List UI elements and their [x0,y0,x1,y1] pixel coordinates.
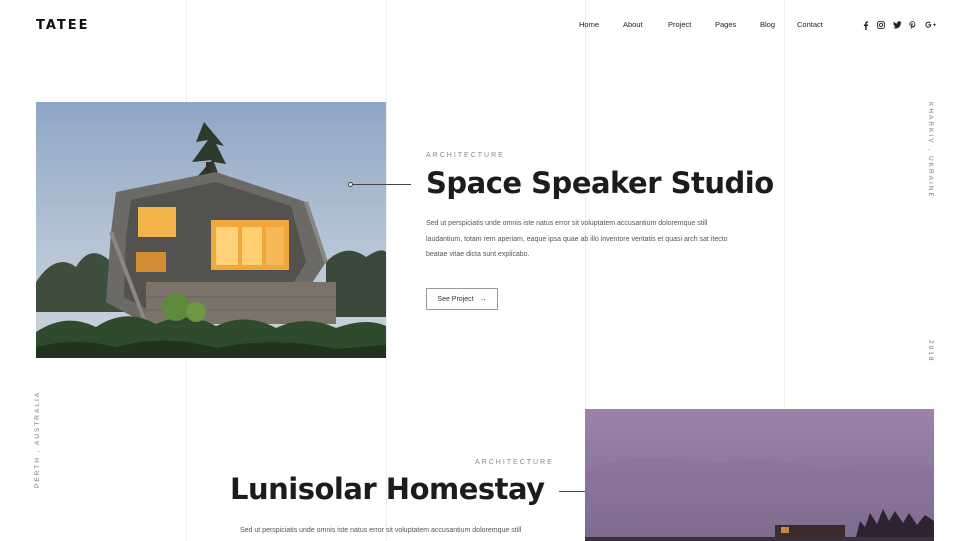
see-project-button[interactable]: See Project → [426,288,498,310]
nav-item-project[interactable]: Project [668,20,691,29]
nav-item-home[interactable]: Home [579,20,599,29]
pinterest-icon[interactable] [909,21,916,30]
facebook-icon[interactable] [862,21,870,30]
location-label-right: KHARKIV , UKRAINE [927,102,934,199]
nav-item-contact[interactable]: Contact [797,20,823,29]
see-project-label: See Project [437,295,474,303]
project-image-space-speaker-studio[interactable] [36,102,386,358]
google-plus-icon[interactable] [925,21,936,29]
location-label-left: PERTH , AUSTRALIA [34,390,41,488]
year-label: 2018 [927,340,934,363]
project-description: Sed ut perspiciatis unde omnis iste natu… [240,527,522,534]
project-description: Sed ut perspiciatis unde omnis iste natu… [426,220,728,258]
nav-item-blog[interactable]: Blog [760,20,775,29]
project-title[interactable]: Space Speaker Studio [426,166,774,200]
nav-item-pages[interactable]: Pages [715,20,736,29]
project-category: ARCHITECTURE [426,152,505,159]
arrow-right-icon: → [479,295,487,303]
grid-line [386,0,387,541]
instagram-icon[interactable] [877,21,885,29]
twitter-icon[interactable] [893,21,902,29]
site-logo[interactable]: TATEE [36,18,90,33]
project-category: ARCHITECTURE [475,459,554,466]
pointer-line [353,184,411,185]
project-image-lunisolar-homestay[interactable] [585,409,934,541]
project-title[interactable]: Lunisolar Homestay [230,472,545,506]
nav-item-about[interactable]: About [623,20,643,29]
